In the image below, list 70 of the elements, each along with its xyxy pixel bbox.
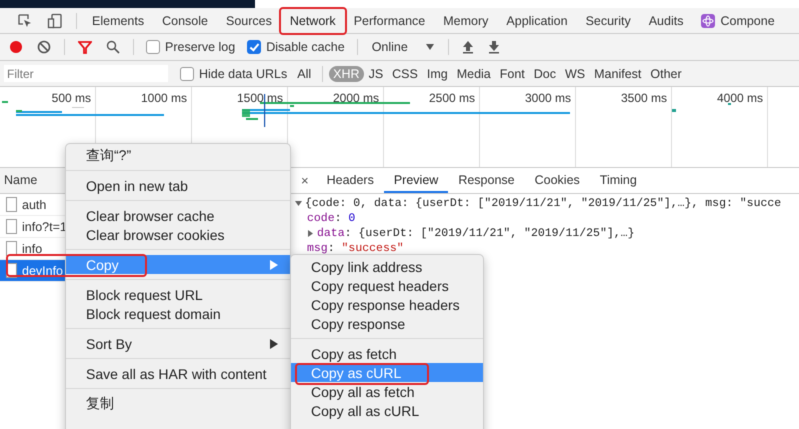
menu-item[interactable]: Copy as fetch	[291, 344, 483, 363]
submenu-arrow-icon	[270, 338, 278, 348]
device-icon[interactable]	[47, 12, 63, 28]
file-icon	[6, 219, 17, 234]
download-icon[interactable]	[488, 40, 500, 54]
menu-item[interactable]: Copy all as cURL	[291, 401, 483, 420]
upload-icon[interactable]	[462, 40, 474, 54]
menu-item[interactable]: Copy link address	[291, 257, 483, 276]
panel-tab[interactable]: Application	[497, 10, 577, 32]
menu-item[interactable]: Sort By	[66, 334, 290, 353]
menu-item[interactable]: Block request URL	[66, 285, 290, 304]
filter-type-button[interactable]: CSS	[388, 66, 422, 82]
menu-item[interactable]: Copy response headers	[291, 295, 483, 314]
checkbox[interactable]	[180, 66, 194, 80]
search-icon[interactable]	[106, 40, 120, 54]
menu-item[interactable]: Clear browser cookies	[66, 225, 290, 244]
filter-type-button[interactable]: WS	[561, 66, 590, 82]
caret-icon	[426, 44, 434, 50]
checkbox[interactable]	[146, 40, 160, 54]
disclosure-triangle-icon[interactable]	[295, 200, 302, 207]
filter-type-button[interactable]: Other	[646, 66, 686, 82]
time-tick-label: 3500 ms	[576, 87, 672, 167]
json-property: msg: "success"	[307, 242, 404, 255]
panel-tab[interactable]: Security	[576, 10, 640, 32]
json-property: data: {userDt: ["2019/11/21", "2019/11/25"],…}	[317, 227, 634, 240]
menu-item[interactable]: 复制	[66, 394, 290, 413]
close-button[interactable]: ×	[293, 168, 317, 193]
panel-tab[interactable]: Console	[153, 10, 217, 32]
checkbox-label: Disable cache	[266, 40, 345, 54]
filter-field[interactable]: Filter	[4, 65, 168, 82]
throttling-select[interactable]: Online	[364, 37, 442, 57]
file-icon	[6, 197, 17, 212]
detail-tab[interactable]: Cookies	[524, 168, 590, 193]
filter-type-button[interactable]: Font	[496, 66, 529, 82]
menu-item[interactable]: Copy all as fetch	[291, 382, 483, 401]
menu-item[interactable]: Open in new tab	[66, 176, 290, 195]
filter-icon[interactable]	[78, 40, 92, 54]
checkbox-label: Hide data URLs	[199, 66, 288, 80]
file-icon	[6, 241, 17, 256]
menu-item[interactable]: Copy response	[291, 314, 483, 333]
filter-type-button[interactable]: All	[293, 66, 316, 82]
panel-tab[interactable]: Audits	[640, 10, 692, 32]
detail-tab[interactable]: Preview	[384, 168, 448, 193]
detail-tab[interactable]: Headers	[316, 168, 384, 193]
clear-icon[interactable]	[37, 40, 51, 54]
json-property: code: 0	[307, 212, 356, 225]
filter-type-button[interactable]: Img	[422, 66, 452, 82]
menu-item[interactable]: Block request domain	[66, 304, 290, 323]
filter-type-button[interactable]: Doc	[530, 66, 560, 82]
checkbox-label: Preserve log	[165, 40, 236, 54]
record-icon[interactable]	[9, 40, 23, 54]
detail-tab[interactable]: Timing	[590, 168, 647, 193]
menu-item[interactable]: Save all as HAR with content	[66, 364, 290, 383]
panel-tab[interactable]: Elements	[83, 10, 154, 32]
detail-tab[interactable]: Response	[448, 168, 525, 193]
panel-tab[interactable]: Sources	[216, 10, 281, 32]
panel-tab[interactable]: Compone	[692, 10, 784, 32]
disclosure-triangle-icon[interactable]	[307, 230, 314, 237]
json-summary: {code: 0, data: {userDt: ["2019/11/21", "2019/11/25"],…}, msg: "succe	[305, 197, 782, 210]
filter-type-button[interactable]: JS	[364, 66, 388, 82]
components-icon	[701, 14, 716, 28]
submenu-arrow-icon	[270, 260, 278, 270]
checkbox[interactable]	[247, 40, 262, 54]
panel-tab[interactable]: Performance	[344, 10, 434, 32]
inspect-icon[interactable]	[17, 12, 33, 28]
filter-type-button[interactable]: Manifest	[590, 66, 646, 82]
filter-type-button[interactable]: Media	[452, 66, 495, 82]
menu-item[interactable]: Clear browser cache	[66, 206, 290, 225]
panel-tab[interactable]: Memory	[434, 10, 498, 32]
menu-item[interactable]: Copy request headers	[291, 276, 483, 295]
